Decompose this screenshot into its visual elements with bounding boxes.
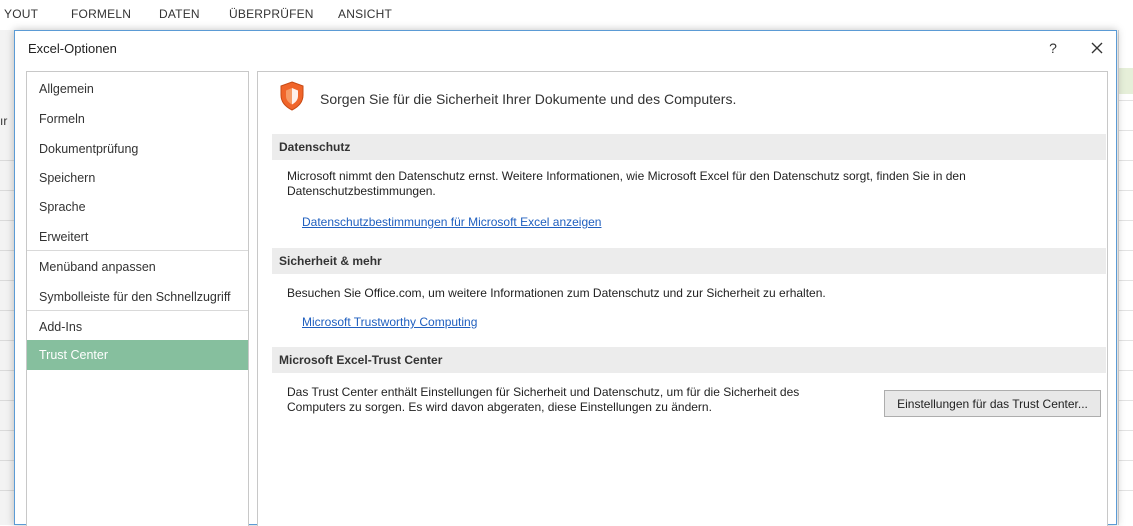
privacy-text-line2: Datenschutzbestimmungen. bbox=[287, 184, 436, 198]
nav-item-menueband-anpassen[interactable]: Menüband anpassen bbox=[27, 252, 248, 282]
trust-center-description: Das Trust Center enthält Einstellungen f… bbox=[287, 385, 799, 415]
nav-item-erweitert[interactable]: Erweitert bbox=[27, 222, 248, 252]
dialog-content: Allgemein Formeln Dokumentprüfung Speich… bbox=[23, 71, 1108, 526]
grid-line bbox=[1119, 160, 1133, 161]
grid-line bbox=[1119, 430, 1133, 431]
nav-item-speichern[interactable]: Speichern bbox=[27, 163, 248, 193]
nav-item-allgemein[interactable]: Allgemein bbox=[27, 74, 248, 104]
options-category-list: Allgemein Formeln Dokumentprüfung Speich… bbox=[26, 71, 249, 526]
grid-line bbox=[1119, 130, 1133, 131]
security-description: Besuchen Sie Office.com, um weitere Info… bbox=[287, 286, 826, 300]
grid-line bbox=[0, 490, 14, 491]
grid-line bbox=[0, 400, 14, 401]
close-icon bbox=[1091, 42, 1103, 54]
grid-line bbox=[1119, 310, 1133, 311]
grid-line bbox=[1119, 280, 1133, 281]
nav-item-symbolleiste[interactable]: Symbolleiste für den Schnellzugriff bbox=[27, 282, 248, 312]
dialog-titlebar[interactable]: Excel-Optionen ? bbox=[15, 31, 1116, 65]
ribbon-tab-bar: YOUT FORMELN DATEN ÜBERPRÜFEN ANSICHT bbox=[0, 0, 1133, 30]
worksheet-right-edge bbox=[1118, 30, 1133, 525]
section-header-sicherheit: Sicherheit & mehr bbox=[272, 248, 1106, 274]
grid-line bbox=[1119, 220, 1133, 221]
help-button[interactable]: ? bbox=[1042, 37, 1064, 59]
grid-line bbox=[0, 220, 14, 221]
nav-divider bbox=[27, 250, 248, 251]
grid-line bbox=[0, 160, 14, 161]
grid-line bbox=[1119, 460, 1133, 461]
privacy-statement-link[interactable]: Datenschutzbestimmungen für Microsoft Ex… bbox=[302, 215, 601, 229]
section-header-trust-center: Microsoft Excel-Trust Center bbox=[272, 347, 1106, 373]
grid-line bbox=[0, 370, 14, 371]
grid-line bbox=[0, 190, 14, 191]
grid-line bbox=[1119, 400, 1133, 401]
close-button[interactable] bbox=[1083, 36, 1111, 60]
privacy-description: Microsoft nimmt den Datenschutz ernst. W… bbox=[287, 169, 966, 199]
worksheet-text-fragment: ır bbox=[0, 114, 8, 128]
trust-center-text-line1: Das Trust Center enthält Einstellungen f… bbox=[287, 385, 800, 399]
grid-line bbox=[0, 340, 14, 341]
grid-line bbox=[0, 310, 14, 311]
ribbon-tab-ueberpruefen[interactable]: ÜBERPRÜFEN bbox=[229, 7, 314, 21]
ribbon-tab-daten[interactable]: DATEN bbox=[159, 7, 200, 21]
section-header-datenschutz: Datenschutz bbox=[272, 134, 1106, 160]
grid-line bbox=[1119, 490, 1133, 491]
nav-item-formeln[interactable]: Formeln bbox=[27, 104, 248, 134]
grid-line bbox=[1119, 370, 1133, 371]
grid-line bbox=[0, 280, 14, 281]
nav-divider bbox=[27, 310, 248, 311]
shield-icon bbox=[280, 81, 304, 111]
grid-line bbox=[0, 430, 14, 431]
trust-center-pane: Sorgen Sie für die Sicherheit Ihrer Doku… bbox=[257, 71, 1108, 526]
grid-line bbox=[1119, 100, 1133, 101]
nav-item-add-ins[interactable]: Add-Ins bbox=[27, 312, 248, 342]
page-heading: Sorgen Sie für die Sicherheit Ihrer Doku… bbox=[320, 91, 737, 107]
nav-item-dokumentpruefung[interactable]: Dokumentprüfung bbox=[27, 134, 248, 164]
nav-item-trust-center[interactable]: Trust Center bbox=[27, 340, 248, 370]
selected-cell-highlight bbox=[1119, 68, 1133, 94]
grid-line bbox=[0, 250, 14, 251]
trust-center-text-line2: Computers zu sorgen. Es wird davon abger… bbox=[287, 400, 712, 414]
ribbon-tab-ansicht[interactable]: ANSICHT bbox=[338, 7, 392, 21]
grid-line bbox=[1119, 250, 1133, 251]
trustworthy-computing-link[interactable]: Microsoft Trustworthy Computing bbox=[302, 315, 477, 329]
ribbon-tab-layout[interactable]: YOUT bbox=[4, 7, 38, 21]
trust-center-settings-button[interactable]: Einstellungen für das Trust Center... bbox=[884, 390, 1101, 417]
grid-line bbox=[1119, 340, 1133, 341]
privacy-text-line1: Microsoft nimmt den Datenschutz ernst. W… bbox=[287, 169, 966, 183]
dialog-title: Excel-Optionen bbox=[28, 41, 117, 56]
nav-item-sprache[interactable]: Sprache bbox=[27, 192, 248, 222]
worksheet-left-edge: ır bbox=[0, 30, 15, 525]
grid-line bbox=[0, 460, 14, 461]
grid-line bbox=[1119, 190, 1133, 191]
excel-options-dialog: Excel-Optionen ? Allgemein Formeln Dokum… bbox=[14, 30, 1117, 526]
ribbon-tab-formeln[interactable]: FORMELN bbox=[71, 7, 131, 21]
